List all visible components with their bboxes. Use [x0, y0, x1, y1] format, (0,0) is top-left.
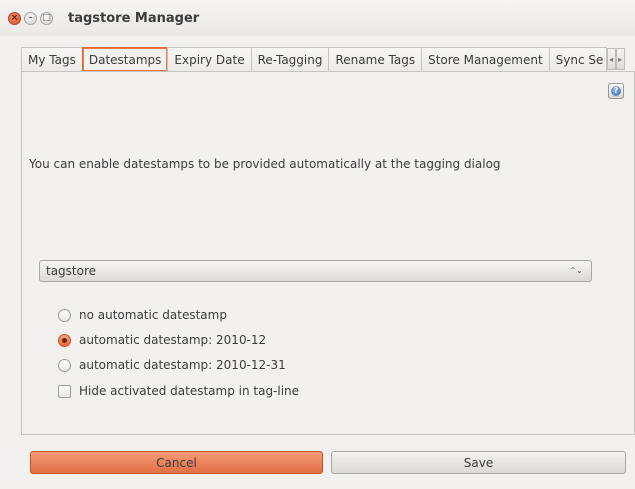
tab-bar: My Tags Datestamps Expiry Date Re-Taggin…	[21, 47, 635, 71]
minimize-glyph: –	[28, 12, 33, 23]
tab-store-management[interactable]: Store Management	[421, 47, 550, 71]
radio-datestamp-day[interactable]: automatic datestamp: 2010-12-31	[58, 358, 286, 372]
tab-scroller: ◂ ▸	[606, 47, 625, 71]
radio-button-selected[interactable]	[58, 333, 71, 347]
close-glyph: ×	[10, 12, 19, 23]
tab-sync-settings[interactable]: Sync Se	[548, 47, 607, 71]
tab-rename-tags[interactable]: Rename Tags	[328, 47, 423, 71]
radio-label: automatic datestamp: 2010-12-31	[79, 358, 286, 372]
radio-button[interactable]	[58, 358, 71, 372]
maximize-window-icon[interactable]: □	[40, 11, 53, 25]
radio-label: automatic datestamp: 2010-12	[79, 333, 267, 347]
checkbox-label: Hide activated datestamp in tag-line	[79, 384, 300, 398]
save-button[interactable]: Save	[331, 451, 626, 474]
select-arrows-icon: ⌃⌄	[569, 266, 583, 275]
help-icon[interactable]: ?	[608, 83, 624, 99]
radio-no-datestamp[interactable]: no automatic datestamp	[58, 308, 227, 322]
tab-my-tags[interactable]: My Tags	[21, 47, 83, 71]
tab-datestamps[interactable]: Datestamps	[81, 47, 169, 71]
datestamps-description: You can enable datestamps to be provided…	[29, 157, 501, 171]
close-window-icon[interactable]: ×	[8, 11, 21, 25]
hide-datestamp-checkbox[interactable]: Hide activated datestamp in tag-line	[58, 384, 299, 398]
radio-label: no automatic datestamp	[79, 308, 227, 322]
help-glyph: ?	[611, 86, 621, 96]
radio-datestamp-month[interactable]: automatic datestamp: 2010-12	[58, 333, 266, 347]
store-select[interactable]: tagstore ⌃⌄	[39, 260, 592, 282]
tab-re-tagging[interactable]: Re-Tagging	[250, 47, 330, 71]
radio-button[interactable]	[58, 308, 71, 322]
window-title: tagstore Manager	[68, 10, 200, 26]
tab-scroll-right-icon[interactable]: ▸	[615, 48, 625, 70]
tab-scroll-left-icon[interactable]: ◂	[606, 48, 616, 70]
maximize-glyph: □	[42, 12, 51, 23]
minimize-window-icon[interactable]: –	[24, 11, 37, 25]
tab-expiry-date[interactable]: Expiry Date	[167, 47, 252, 71]
cancel-button[interactable]: Cancel	[30, 451, 323, 474]
checkbox[interactable]	[58, 384, 71, 398]
store-select-value: tagstore	[46, 264, 97, 278]
datestamps-panel: ? You can enable datestamps to be provid…	[21, 71, 635, 435]
title-bar: × – □ tagstore Manager	[0, 0, 635, 36]
